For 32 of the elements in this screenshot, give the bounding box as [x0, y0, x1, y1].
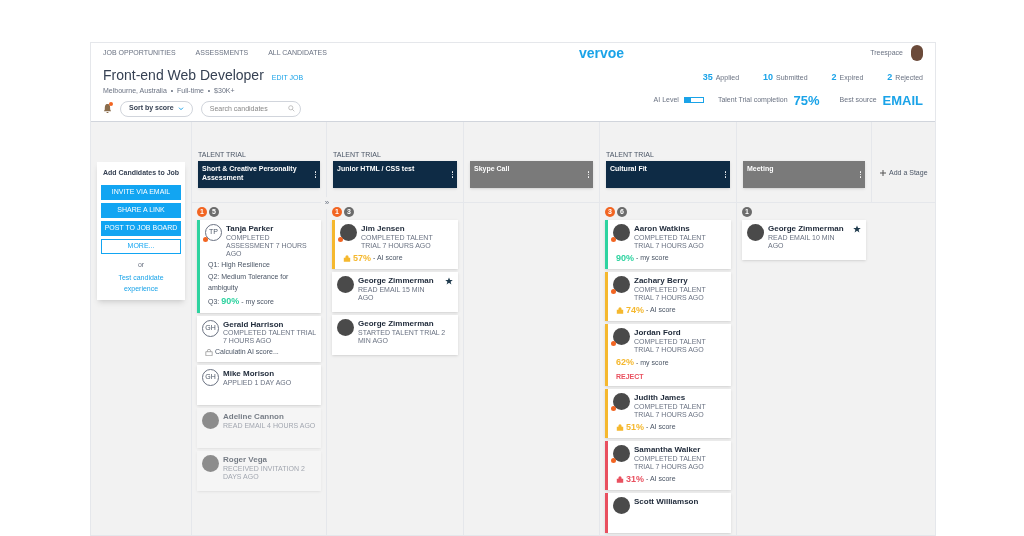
candidate-card[interactable]: Scott Williamson: [605, 493, 731, 534]
logo: vervoe: [579, 43, 625, 63]
candidate-name: Adeline Cannon: [223, 411, 285, 422]
candidate-name: Tanja Parker: [226, 224, 275, 234]
candidate-name: Mike Morison: [223, 368, 276, 379]
candidate-name: Jordan Ford: [634, 328, 682, 338]
stat-value: 2: [831, 71, 837, 84]
candidate-name: George Zimmerman: [768, 224, 845, 234]
score-value: 90%: [616, 251, 634, 265]
candidate-name: George Zimmerman: [358, 319, 435, 329]
candidate-name: George Zimmerman: [358, 276, 435, 286]
candidate-name: Judith James: [634, 393, 687, 403]
score-value: 31%: [626, 472, 644, 486]
candidate-name: Aaron Watkins: [634, 224, 691, 234]
candidate-name: Gerald Harrison: [223, 319, 285, 330]
score-value: 51%: [626, 420, 644, 434]
best-source-value: EMAIL: [882, 91, 923, 110]
candidate-name: Roger Vega: [223, 454, 268, 465]
stat-value: 10: [763, 71, 774, 84]
stat-value: 2: [887, 71, 893, 84]
score-value: 62%: [616, 356, 634, 370]
collapse-button[interactable]: »: [321, 197, 333, 209]
completion-value: 75%: [793, 91, 820, 110]
candidate-name: Samantha Walker: [634, 445, 702, 455]
candidate-name: Scott Williamson: [634, 497, 700, 508]
candidate-name: Zachary Berry: [634, 276, 689, 286]
score-value: 74%: [626, 303, 644, 317]
score-value: 57%: [353, 251, 371, 265]
job-title: Front-end Web Developer: [103, 66, 264, 85]
candidate-name: Jim Jensen: [361, 224, 406, 234]
stat-value: 35: [702, 71, 713, 84]
score-value: 90%: [221, 295, 240, 309]
